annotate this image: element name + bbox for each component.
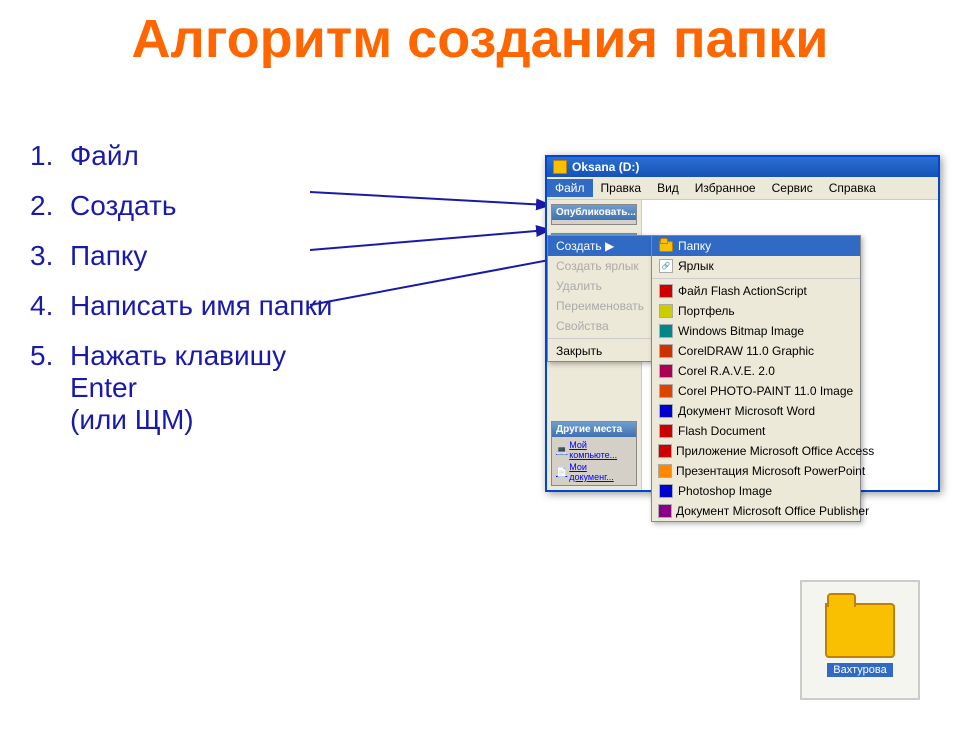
bmp-icon: [658, 323, 674, 339]
create-item-bmp[interactable]: Windows Bitmap Image: [652, 321, 860, 341]
create-item-flash-as[interactable]: Файл Flash ActionScript: [652, 281, 860, 301]
menu-help[interactable]: Справка: [821, 179, 884, 197]
create-item-corel-rave[interactable]: Corel R.A.V.E. 2.0: [652, 361, 860, 381]
menu-file[interactable]: Файл: [547, 179, 593, 197]
other-places-body: 💻Мой компьюте... 📄Мои докуменг...: [552, 437, 636, 485]
file-menu-dropdown[interactable]: Создать ▶ Создать ярлык Удалить Переимен…: [547, 235, 652, 362]
other-places-header[interactable]: Другие места: [552, 422, 636, 437]
file-menu-delete: Удалить: [548, 276, 651, 296]
explorer-body: Создать ▶ Создать ярлык Удалить Переимен…: [547, 200, 938, 490]
folder-icon: [658, 238, 674, 254]
explorer-titlebar: Oksana (D:): [547, 157, 938, 177]
my-computer-link[interactable]: 💻Мой компьюте...: [554, 439, 634, 461]
step-4: 4. Написать имя папки: [30, 290, 350, 322]
corel-photo-icon: [658, 383, 674, 399]
file-menu-close[interactable]: Закрыть: [548, 341, 651, 361]
create-item-shortcut[interactable]: 🔗 Ярлык: [652, 256, 860, 276]
word-icon: [658, 403, 674, 419]
file-menu-rename: Переименовать: [548, 296, 651, 316]
create-item-word[interactable]: Документ Microsoft Word: [652, 401, 860, 421]
publish-header[interactable]: Опубликовать...: [552, 205, 636, 220]
page-title: Алгоритм создания папки: [0, 10, 960, 69]
flash-as-icon: [658, 283, 674, 299]
create-item-briefcase[interactable]: Портфель: [652, 301, 860, 321]
corel-rave-icon: [658, 363, 674, 379]
menu-edit[interactable]: Правка: [593, 179, 650, 197]
file-menu-separator: [548, 338, 651, 339]
create-separator: [652, 278, 860, 279]
menu-favorites[interactable]: Избранное: [687, 179, 764, 197]
file-menu-create-shortcut: Создать ярлык: [548, 256, 651, 276]
create-item-folder[interactable]: Папку: [652, 236, 860, 256]
create-item-photoshop[interactable]: Photoshop Image: [652, 481, 860, 501]
coreldraw-icon: [658, 343, 674, 359]
photoshop-icon: [658, 483, 674, 499]
menu-view[interactable]: Вид: [649, 179, 687, 197]
folder-big-icon: [825, 603, 895, 658]
create-item-ppt[interactable]: Презентация Microsoft PowerPoint: [652, 461, 860, 481]
steps-list: 1. Файл 2. Создать 3. Папку 4. Написать …: [30, 140, 350, 454]
step-3: 3. Папку: [30, 240, 350, 272]
create-submenu[interactable]: Папку 🔗 Ярлык Файл Flash ActionScript По…: [651, 235, 861, 522]
ppt-icon: [658, 463, 672, 479]
create-item-publisher[interactable]: Документ Microsoft Office Publisher: [652, 501, 860, 521]
step-1: 1. Файл: [30, 140, 350, 172]
file-menu-properties: Свойства: [548, 316, 651, 336]
create-item-flash-doc[interactable]: Flash Document: [652, 421, 860, 441]
file-menu-create[interactable]: Создать ▶: [548, 236, 651, 256]
step-2: 2. Создать: [30, 190, 350, 222]
access-icon: [658, 443, 672, 459]
window-icon: [553, 160, 567, 174]
create-item-corel-photo[interactable]: Corel PHOTO-PAINT 11.0 Image: [652, 381, 860, 401]
publisher-icon: [658, 503, 672, 519]
menu-service[interactable]: Сервис: [764, 179, 821, 197]
publish-section[interactable]: Опубликовать...: [551, 204, 637, 225]
my-docs-link[interactable]: 📄Мои докуменг...: [554, 461, 634, 483]
folder-label: Вахтурова: [827, 663, 892, 677]
explorer-menubar[interactable]: Файл Правка Вид Избранное Сервис Справка: [547, 177, 938, 200]
folder-image-box: Вахтурова: [800, 580, 920, 700]
publish-body: [552, 220, 636, 224]
step-5: 5. Нажать клавишу Enter (или ЩМ): [30, 340, 350, 436]
briefcase-icon: [658, 303, 674, 319]
window-title: Oksana (D:): [572, 160, 639, 174]
create-item-access[interactable]: Приложение Microsoft Office Access: [652, 441, 860, 461]
shortcut-icon: 🔗: [658, 258, 674, 274]
create-item-coreldraw[interactable]: CorelDRAW 11.0 Graphic: [652, 341, 860, 361]
explorer-window: Oksana (D:) Файл Правка Вид Избранное Се…: [545, 155, 940, 492]
other-places-section[interactable]: Другие места 💻Мой компьюте... 📄Мои докум…: [551, 421, 637, 486]
flash-doc-icon: [658, 423, 674, 439]
